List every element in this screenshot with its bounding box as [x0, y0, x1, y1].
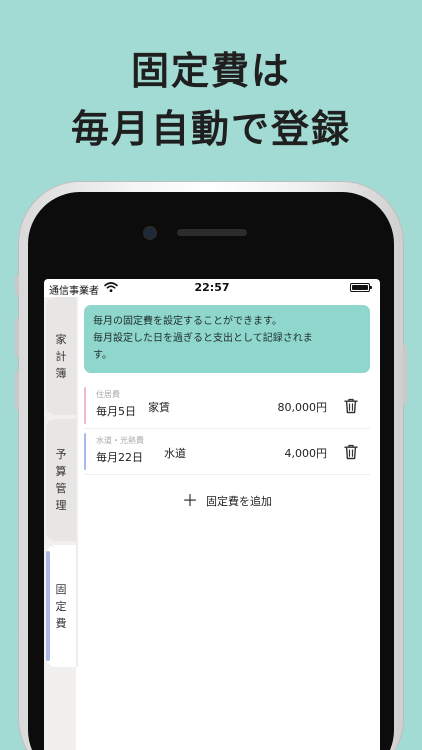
fixed-cost-name: 水道 — [164, 447, 186, 460]
info-line-3: す。 — [93, 350, 112, 361]
trash-icon[interactable] — [344, 398, 358, 414]
status-time: 22:57 — [194, 281, 230, 294]
battery-icon — [350, 283, 372, 292]
tab-label-char: 費 — [55, 616, 67, 630]
tab-label-char: 管 — [55, 482, 67, 495]
info-line-2: 毎月設定した日を過ぎると支出として記録されま — [93, 333, 313, 344]
headline-line-2: 毎月自動で登録 — [70, 107, 351, 151]
fixed-cost-name: 家賃 — [148, 401, 170, 414]
add-fixed-cost-label: 固定費を追加 — [206, 495, 272, 508]
category-accent-bar — [84, 387, 86, 424]
add-fixed-cost-button[interactable]: ＋ 固定費を追加 — [84, 493, 370, 509]
tab-accent-bar — [46, 551, 50, 661]
power-button — [403, 345, 407, 405]
headline-line-1: 固定費は — [130, 49, 291, 93]
tab-label-char: 固 — [55, 582, 67, 596]
promo-headline: 固定費は 毎月自動で登録 — [0, 42, 422, 158]
tab-divider-shadow — [76, 297, 79, 667]
plus-icon: ＋ — [181, 491, 198, 510]
status-bar: 通信事業者 22:57 — [44, 279, 380, 297]
tab-label-char: 家 — [55, 332, 67, 346]
tab-label-char: 定 — [55, 599, 67, 613]
tab-rail: 家 計 簿 予 算 管 理 固 定 費 — [44, 297, 76, 750]
speaker-grille — [177, 229, 247, 236]
tab-label-char: 理 — [55, 499, 67, 512]
fixed-cost-row[interactable]: 水道・光熱費 毎月22日 水道 4,000円 — [84, 429, 370, 475]
info-message: 毎月の固定費を設定することができます。 毎月設定した日を過ぎると支出として記録さ… — [84, 305, 370, 373]
trash-icon[interactable] — [344, 444, 358, 460]
fixed-cost-category: 水道・光熱費 — [96, 436, 144, 445]
fixed-cost-category: 住居費 — [96, 390, 120, 399]
tab-fixed-costs[interactable]: 固 定 費 — [46, 545, 76, 667]
tab-label-char: 算 — [55, 465, 67, 478]
tab-label-char: 計 — [55, 349, 67, 363]
fixed-cost-amount: 80,000円 — [277, 401, 328, 414]
tab-budget-management[interactable]: 予 算 管 理 — [46, 419, 76, 541]
camera-icon — [145, 228, 155, 238]
fixed-cost-amount: 4,000円 — [284, 447, 328, 460]
fixed-cost-row[interactable]: 住居費 毎月5日 家賃 80,000円 — [84, 383, 370, 429]
volume-down-button — [15, 370, 19, 410]
tab-household-book[interactable]: 家 計 簿 — [46, 297, 76, 415]
tab-label-char: 予 — [55, 448, 67, 461]
tab-label-char: 簿 — [55, 366, 67, 380]
fixed-cost-day: 毎月5日 — [96, 405, 136, 418]
fixed-cost-day: 毎月22日 — [96, 451, 143, 464]
fixed-costs-panel: 毎月の固定費を設定することができます。 毎月設定した日を過ぎると支出として記録さ… — [84, 305, 370, 509]
app-screen: 通信事業者 22:57 家 計 簿 予 算 管 理 固 定 費 毎月の固定費を設… — [44, 279, 380, 750]
volume-up-button — [15, 318, 19, 358]
category-accent-bar — [84, 433, 86, 470]
info-line-1: 毎月の固定費を設定することができます。 — [93, 316, 282, 327]
mute-switch — [15, 275, 19, 295]
